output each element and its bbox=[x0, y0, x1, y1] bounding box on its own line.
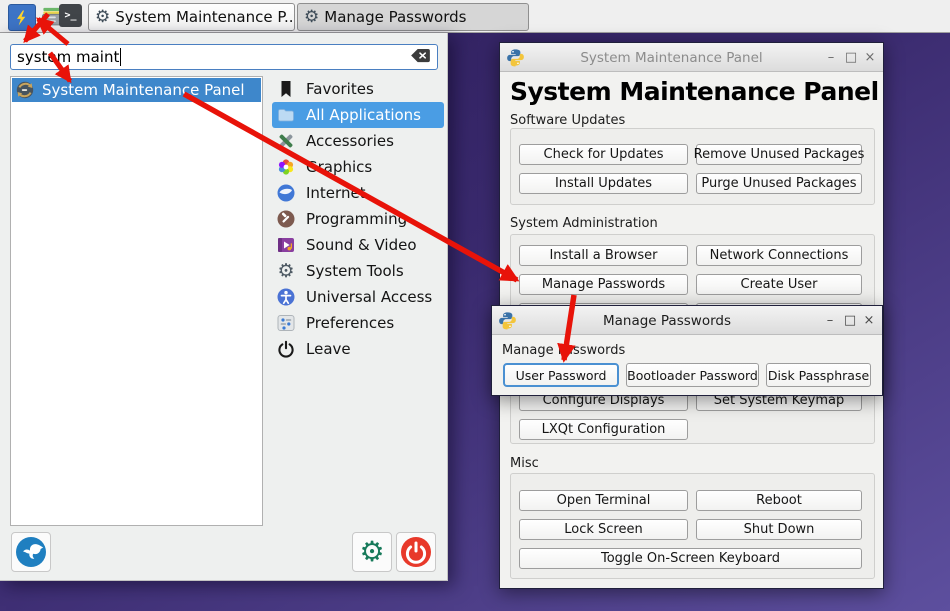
result-label: System Maintenance Panel bbox=[42, 81, 245, 99]
search-input[interactable]: system maint bbox=[10, 44, 438, 70]
terminal-icon[interactable]: >_ bbox=[59, 4, 82, 27]
search-results-list: System Maintenance Panel bbox=[10, 76, 263, 526]
manage-passwords-dialog: Manage Passwords – □ × Manage Passwords … bbox=[491, 305, 883, 396]
clear-search-icon[interactable] bbox=[410, 48, 431, 67]
lightning-bolt-icon bbox=[12, 8, 32, 28]
utilities-icon bbox=[276, 131, 296, 151]
category-programming[interactable]: Programming bbox=[272, 206, 444, 232]
menu-button[interactable] bbox=[8, 4, 36, 31]
gear-wrench-icon: ⚙ bbox=[359, 538, 384, 566]
maximize-button[interactable]: □ bbox=[840, 306, 860, 335]
toggle-on-screen-keyboard-button[interactable]: Toggle On-Screen Keyboard bbox=[519, 548, 862, 569]
application-menu: system maint System Maintenance Panel Fa… bbox=[0, 33, 448, 581]
accessibility-icon bbox=[276, 287, 296, 307]
text-caret bbox=[120, 48, 121, 66]
category-system-tools[interactable]: ⚙ System Tools bbox=[272, 258, 444, 284]
user-password-button[interactable]: User Password bbox=[503, 363, 619, 387]
search-value: system maint bbox=[17, 48, 119, 66]
folder-icon bbox=[276, 105, 296, 125]
category-favorites[interactable]: Favorites bbox=[272, 76, 444, 102]
category-sound-video[interactable]: Sound & Video bbox=[272, 232, 444, 258]
media-icon bbox=[276, 235, 296, 255]
category-leave[interactable]: Leave bbox=[272, 336, 444, 362]
lxqt-about-button[interactable] bbox=[11, 532, 51, 572]
sliders-icon bbox=[276, 313, 296, 333]
hammer-icon bbox=[276, 209, 296, 229]
bookmark-icon bbox=[276, 79, 296, 99]
globe-icon bbox=[276, 183, 296, 203]
dialog-section-label: Manage Passwords bbox=[502, 343, 625, 358]
lock-screen-button[interactable]: Lock Screen bbox=[519, 519, 688, 540]
reboot-button[interactable]: Reboot bbox=[696, 490, 862, 511]
window-title: System Maintenance Panel bbox=[530, 43, 813, 72]
task-label: Manage Passwords bbox=[324, 8, 466, 26]
install-updates-button[interactable]: Install Updates bbox=[519, 173, 688, 194]
task-button-manage-passwords[interactable]: ⚙ Manage Passwords bbox=[297, 3, 529, 31]
color-pinwheel-icon bbox=[276, 157, 296, 177]
task-label: System Maintenance P... bbox=[115, 8, 295, 26]
shut-down-button[interactable]: Shut Down bbox=[696, 519, 862, 540]
section-label-system-administration: System Administration bbox=[510, 216, 658, 231]
maximize-button[interactable]: □ bbox=[841, 43, 861, 72]
category-accessories[interactable]: Accessories bbox=[272, 128, 444, 154]
minimize-button[interactable]: – bbox=[820, 306, 840, 335]
manage-passwords-button[interactable]: Manage Passwords bbox=[519, 274, 688, 295]
category-graphics[interactable]: Graphics bbox=[272, 154, 444, 180]
disk-passphrase-button[interactable]: Disk Passphrase bbox=[766, 363, 871, 387]
task-button-system-maintenance-panel[interactable]: ⚙ System Maintenance P... bbox=[88, 3, 295, 31]
page-title: System Maintenance Panel bbox=[510, 77, 879, 106]
close-button[interactable]: × bbox=[859, 306, 879, 335]
purge-unused-packages-button[interactable]: Purge Unused Packages bbox=[696, 173, 862, 194]
result-item-system-maintenance-panel[interactable]: System Maintenance Panel bbox=[12, 78, 261, 102]
dialog-title: Manage Passwords bbox=[522, 306, 812, 335]
close-button[interactable]: × bbox=[860, 43, 880, 72]
open-terminal-button[interactable]: Open Terminal bbox=[519, 490, 688, 511]
menu-settings-button[interactable]: ⚙ bbox=[352, 532, 392, 572]
dialog-titlebar[interactable]: Manage Passwords – □ × bbox=[492, 306, 882, 335]
remove-unused-packages-button[interactable]: Remove Unused Packages bbox=[696, 144, 862, 165]
system-update-icon bbox=[15, 80, 35, 100]
check-for-updates-button[interactable]: Check for Updates bbox=[519, 144, 688, 165]
python-icon bbox=[506, 48, 525, 67]
menu-power-button[interactable] bbox=[396, 532, 436, 572]
python-icon bbox=[498, 311, 517, 330]
main-window-titlebar[interactable]: System Maintenance Panel – □ × bbox=[500, 43, 883, 72]
lxqt-bird-icon bbox=[15, 536, 47, 568]
bootloader-password-button[interactable]: Bootloader Password bbox=[626, 363, 759, 387]
section-label-misc: Misc bbox=[510, 456, 539, 471]
category-all-applications[interactable]: All Applications bbox=[272, 102, 444, 128]
section-label-software-updates: Software Updates bbox=[510, 113, 625, 128]
install-a-browser-button[interactable]: Install a Browser bbox=[519, 245, 688, 266]
create-user-button[interactable]: Create User bbox=[696, 274, 862, 295]
minimize-button[interactable]: – bbox=[821, 43, 841, 72]
gear-icon: ⚙ bbox=[304, 9, 319, 26]
gear-icon: ⚙ bbox=[276, 261, 296, 281]
gear-icon: ⚙ bbox=[95, 9, 110, 26]
power-icon bbox=[276, 339, 296, 359]
category-internet[interactable]: Internet bbox=[272, 180, 444, 206]
network-connections-button[interactable]: Network Connections bbox=[696, 245, 862, 266]
category-universal-access[interactable]: Universal Access bbox=[272, 284, 444, 310]
power-icon bbox=[400, 536, 432, 568]
lxqt-configuration-button[interactable]: LXQt Configuration bbox=[519, 419, 688, 440]
category-preferences[interactable]: Preferences bbox=[272, 310, 444, 336]
taskbar: >_ ⚙ System Maintenance P... ⚙ Manage Pa… bbox=[0, 0, 950, 33]
